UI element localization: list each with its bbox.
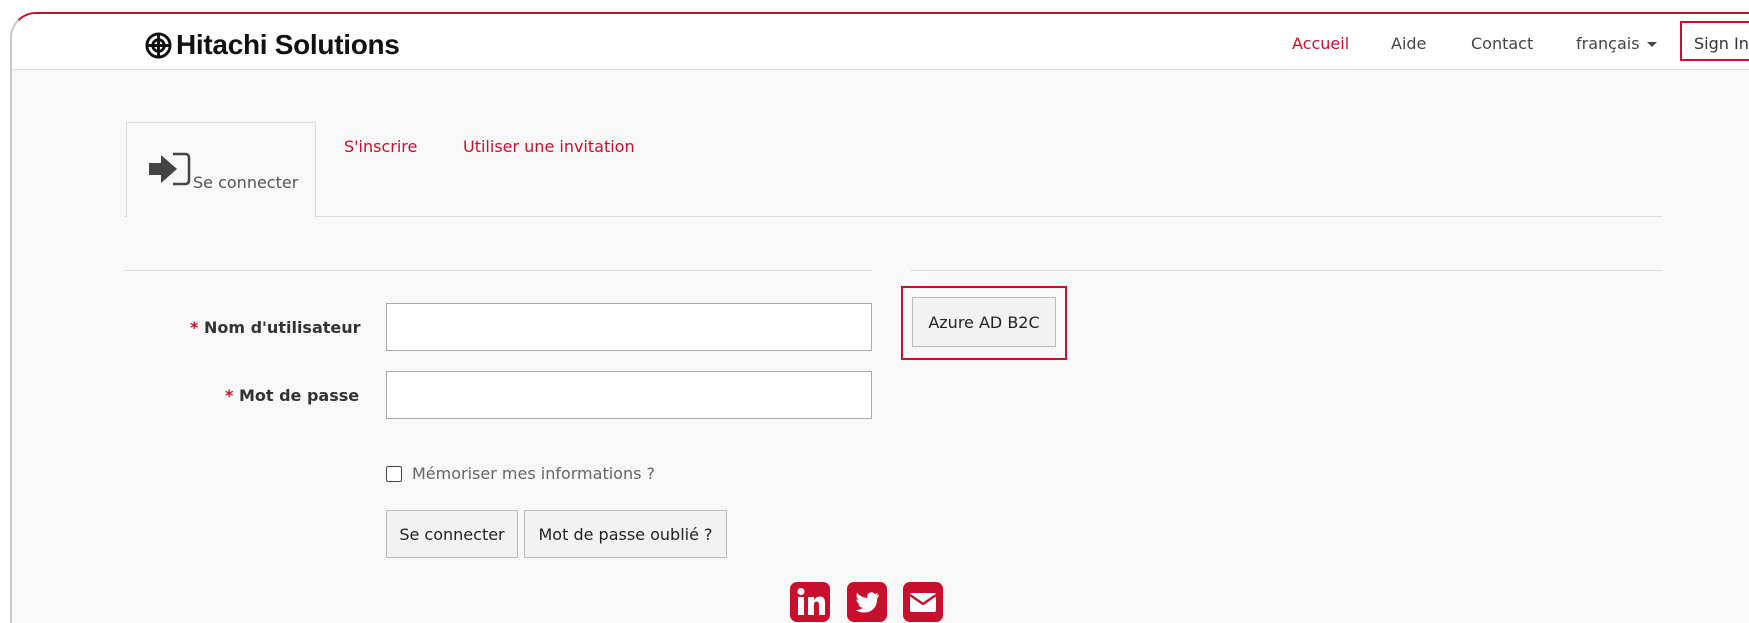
local-login-divider (124, 270, 872, 271)
required-marker: * (225, 386, 234, 405)
forgot-password-button[interactable]: Mot de passe oublié ? (524, 510, 727, 558)
remember-me[interactable]: Mémoriser mes informations ? (386, 464, 655, 483)
username-input[interactable] (386, 303, 872, 351)
browser-frame: Hitachi Solutions Accueil Aide Contact f… (10, 12, 1749, 623)
top-navbar: Hitachi Solutions Accueil Aide Contact f… (12, 14, 1749, 70)
email-icon-graphic (903, 582, 943, 622)
azure-ad-b2c-button[interactable]: Azure AD B2C (912, 297, 1056, 347)
tab-register[interactable]: S'inscrire (344, 137, 417, 156)
tab-redeem-invitation[interactable]: Utiliser une invitation (463, 137, 635, 156)
remember-checkbox[interactable] (386, 465, 402, 482)
external-login-divider (910, 270, 1662, 271)
sign-in-label: Sign In (1694, 34, 1749, 53)
required-marker: * (190, 318, 199, 337)
tabs-divider (124, 216, 1662, 217)
sign-in-arrow-icon (149, 152, 191, 186)
brand-logo[interactable]: Hitachi Solutions (145, 29, 400, 61)
password-input[interactable] (386, 371, 872, 419)
username-label-text: Nom d'utilisateur (203, 318, 361, 337)
nav-home-link[interactable]: Accueil (1292, 34, 1349, 53)
chevron-down-icon (1646, 42, 1657, 47)
nav-help-link[interactable]: Aide (1391, 34, 1426, 53)
password-label-text: Mot de passe (238, 386, 360, 405)
password-label: * Mot de passe (225, 386, 359, 405)
twitter-icon[interactable] (847, 582, 887, 622)
twitter-icon-graphic (847, 582, 887, 622)
linkedin-icon[interactable] (790, 582, 830, 622)
tab-sign-in[interactable]: Se connecter (126, 122, 316, 218)
language-label: français (1576, 34, 1640, 53)
sign-in-button[interactable]: Se connecter (386, 510, 518, 558)
brand-name: Hitachi Solutions (176, 29, 400, 60)
email-icon[interactable] (903, 582, 943, 622)
main-content: Se connecter S'inscrire Utiliser une inv… (12, 70, 1749, 623)
hitachi-logo-icon (145, 31, 172, 59)
remember-label: Mémoriser mes informations ? (412, 464, 655, 483)
language-dropdown[interactable]: français (1576, 34, 1657, 53)
linkedin-icon-graphic (790, 582, 830, 622)
nav-contact-link[interactable]: Contact (1471, 34, 1533, 53)
username-label: * Nom d'utilisateur (190, 318, 361, 337)
sign-in-link[interactable]: Sign In (1680, 21, 1749, 61)
tab-sign-in-label: Se connecter (193, 173, 299, 192)
